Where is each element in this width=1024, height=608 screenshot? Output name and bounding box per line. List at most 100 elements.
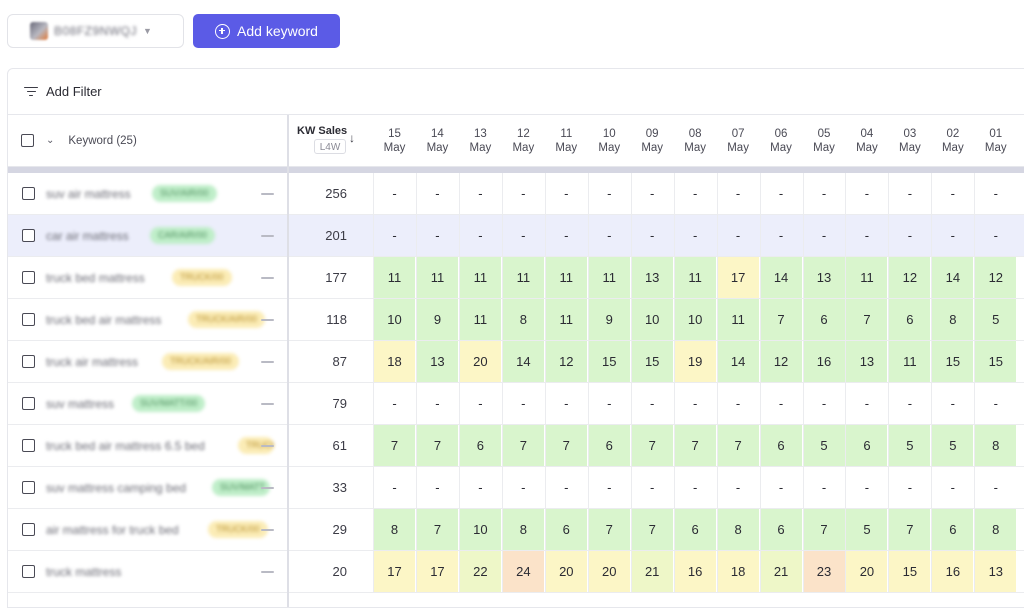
rank-cell: -: [544, 383, 587, 424]
keyword-tag[interactable]: SUV/AIR/00: [152, 185, 217, 202]
row-menu-icon[interactable]: [261, 277, 274, 279]
keyword-text: air mattress for truck bed: [46, 523, 179, 537]
table-row[interactable]: truck mattress 20 17 17 22 24 20 20 21 16 18 21 23 20…: [8, 551, 1024, 593]
keyword-tag[interactable]: TRUCK/00: [172, 269, 232, 286]
rank-cell: -: [630, 383, 673, 424]
rank-cell: 23: [802, 551, 845, 592]
table-row[interactable]: truck bed air mattress 6.5 bed TRUCK 61 7 7 6…: [8, 425, 1024, 467]
date-column-header[interactable]: 03 May: [888, 127, 931, 155]
sort-desc-icon[interactable]: ↓: [349, 131, 355, 145]
table-row[interactable]: truck bed mattress TRUCK/00 177 11 11 11 11 11 1…: [8, 257, 1024, 299]
add-keyword-button[interactable]: Add keyword: [193, 14, 340, 48]
rank-cell: 6: [759, 509, 802, 550]
date-column-header[interactable]: 12 May: [502, 127, 545, 155]
table-row[interactable]: suv mattress camping bed SUV/MATT 33- - - - - -…: [8, 467, 1024, 509]
select-all-checkbox[interactable]: [21, 134, 34, 147]
row-menu-icon[interactable]: [261, 361, 274, 363]
rank-cell: -: [802, 383, 845, 424]
row-checkbox[interactable]: [22, 523, 35, 536]
row-menu-icon[interactable]: [261, 319, 274, 321]
row-checkbox[interactable]: [22, 313, 35, 326]
date-column-header[interactable]: 09 May: [631, 127, 674, 155]
row-menu-icon[interactable]: [261, 193, 274, 195]
rank-cell: -: [931, 215, 973, 256]
date-column-header[interactable]: 14 May: [416, 127, 459, 155]
row-menu-icon[interactable]: [261, 235, 274, 237]
rank-cell: 8: [373, 509, 415, 550]
rank-cell: 20: [587, 551, 630, 592]
rank-cell: 19: [673, 341, 716, 382]
kw-sales-column-header[interactable]: KW Sales ↓ L4W: [289, 115, 371, 166]
table-row[interactable]: truck air mattress TRUCK/AIR/00 87 18 13 20 14…: [8, 341, 1024, 383]
table-row[interactable]: suv air mattress SUV/AIR/00 256- - - - - - - - - - -…: [8, 173, 1024, 215]
row-checkbox[interactable]: [22, 271, 35, 284]
row-checkbox[interactable]: [22, 439, 35, 452]
keyword-column-header: ⌄ Keyword (25): [8, 115, 287, 166]
date-column-header[interactable]: 02 May: [931, 127, 974, 155]
kw-sales-value: 256: [325, 186, 347, 201]
date-day: 14: [431, 128, 444, 140]
add-filter-button[interactable]: Add Filter: [8, 69, 1024, 115]
rank-cell: -: [845, 173, 887, 214]
date-column-header[interactable]: 06 May: [760, 127, 803, 155]
kw-sales-value: 201: [325, 228, 347, 243]
rank-cell: -: [501, 215, 544, 256]
date-column-header[interactable]: 10 May: [588, 127, 631, 155]
date-day: 01: [989, 128, 1003, 140]
rank-cell: -: [587, 173, 630, 214]
rank-cell: 10: [458, 509, 501, 550]
rank-cell: -: [845, 215, 887, 256]
product-selector[interactable]: B08FZ9NWQJ ▼: [7, 14, 184, 48]
keyword-tag[interactable]: TRUCK/AIR/00: [162, 353, 240, 370]
kw-sales-value: 33: [332, 480, 347, 495]
table-row[interactable]: air mattress for truck bed TRUCK/00 29 8 7 10…: [8, 509, 1024, 551]
rank-cell: -: [759, 215, 802, 256]
row-checkbox[interactable]: [22, 397, 35, 410]
rank-cell: 11: [373, 257, 415, 298]
rank-cell: 9: [587, 299, 630, 340]
row-checkbox[interactable]: [22, 355, 35, 368]
date-column-header[interactable]: 01 May: [974, 127, 1017, 155]
row-checkbox[interactable]: [22, 565, 35, 578]
rank-cell: 11: [544, 299, 587, 340]
keyword-tag[interactable]: TRUCK/00: [208, 521, 268, 538]
row-menu-icon[interactable]: [261, 487, 274, 489]
rank-cell: 10: [630, 299, 673, 340]
date-column-header[interactable]: 05 May: [803, 127, 846, 155]
rank-cell: 6: [802, 299, 845, 340]
rank-cell: -: [458, 383, 501, 424]
row-menu-icon[interactable]: [261, 403, 274, 405]
date-column-header[interactable]: 11 May: [545, 127, 588, 155]
date-month: May: [383, 142, 406, 154]
rank-cell: 6: [845, 425, 888, 466]
table-row[interactable]: truck bed air mattress TRUCK/AIR/00 118 10 9…: [8, 299, 1024, 341]
row-checkbox[interactable]: [22, 229, 35, 242]
date-column-header[interactable]: 13 May: [459, 127, 502, 155]
table-row[interactable]: car air mattress CAR/AIR/00 201- - - - - - - - - - -…: [8, 215, 1024, 257]
date-column-header[interactable]: 08 May: [674, 127, 717, 155]
keyword-tag[interactable]: CAR/AIR/00: [150, 227, 216, 244]
row-checkbox[interactable]: [22, 187, 35, 200]
date-column-header[interactable]: 15 May: [373, 127, 416, 155]
plus-circle-icon: [215, 23, 231, 39]
row-menu-icon[interactable]: [261, 529, 274, 531]
chevron-down-icon[interactable]: ⌄: [46, 135, 54, 146]
rank-cell: 5: [802, 425, 845, 466]
keyword-tag[interactable]: SUV/MATT/00: [132, 395, 206, 412]
row-menu-icon[interactable]: [261, 445, 274, 447]
rank-cell: -: [373, 467, 415, 508]
rank-cell: 11: [415, 257, 458, 298]
rank-cell: -: [716, 383, 759, 424]
rank-cell: 13: [630, 257, 673, 298]
row-menu-icon[interactable]: [261, 571, 274, 573]
rank-cell: -: [587, 467, 630, 508]
row-checkbox[interactable]: [22, 481, 35, 494]
date-column-header[interactable]: 04 May: [845, 127, 888, 155]
date-column-header[interactable]: 07 May: [717, 127, 760, 155]
period-badge[interactable]: L4W: [314, 139, 346, 154]
table-row[interactable]: suv mattress SUV/MATT/00 79- - - - - - - - - - - - - - -: [8, 383, 1024, 425]
date-day: 03: [903, 128, 917, 140]
rank-cell: 16: [673, 551, 716, 592]
rank-cell: -: [415, 467, 458, 508]
keyword-tag[interactable]: TRUCK/AIR/00: [188, 311, 266, 328]
